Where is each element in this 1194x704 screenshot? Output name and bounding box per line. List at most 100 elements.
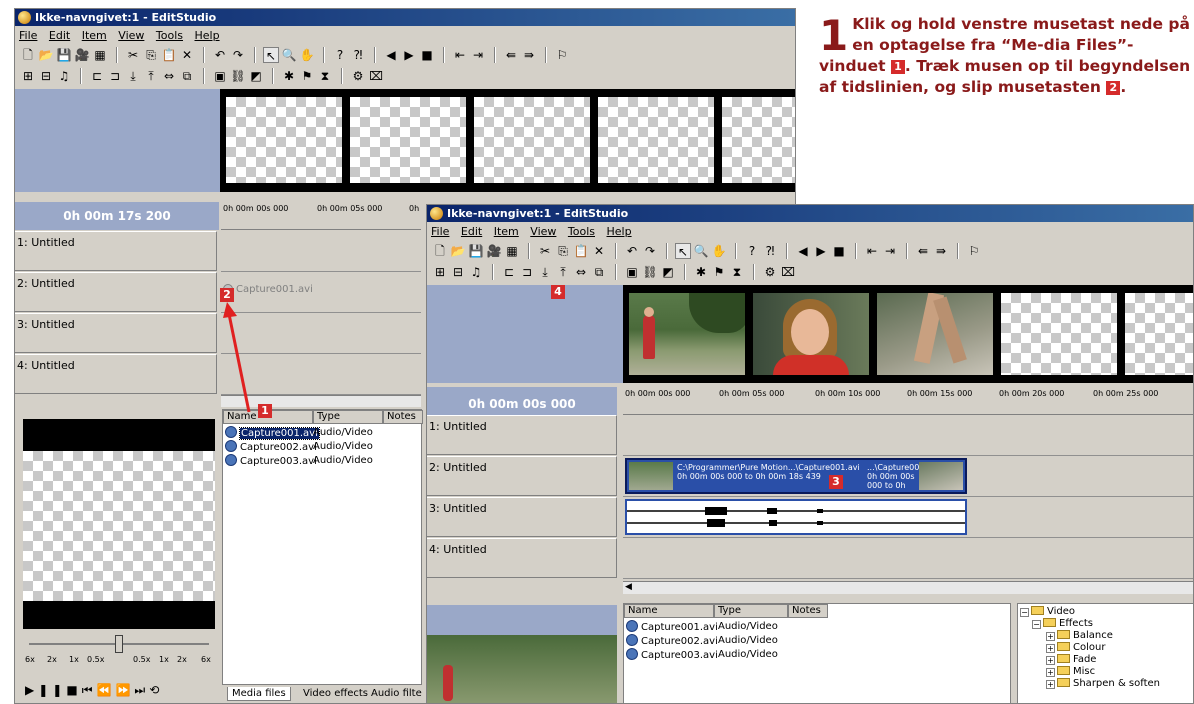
context-help-icon[interactable]: ⁈ (350, 47, 366, 63)
delete-icon[interactable]: ✕ (591, 243, 607, 259)
loop-icon[interactable]: ⟲ (149, 683, 163, 697)
mark-out-icon[interactable]: ⇥ (882, 243, 898, 259)
trim-start-icon[interactable]: ⇚ (503, 47, 519, 63)
mark-in-icon[interactable]: ⇤ (864, 243, 880, 259)
stop-icon[interactable]: ■ (831, 243, 847, 259)
collapse-icon[interactable]: − (1032, 620, 1041, 629)
media-file-row[interactable]: Capture001.avi Audio/Video (225, 426, 373, 440)
tree-item-effects[interactable]: − Effects (1032, 618, 1093, 630)
track-label-4[interactable]: 4: Untitled (427, 538, 617, 578)
track-lane-1[interactable] (623, 415, 1193, 456)
storyboard-frame[interactable] (596, 95, 716, 185)
tree-item-misc[interactable]: + Misc (1046, 666, 1095, 678)
skip-start-icon[interactable]: ⏮ (82, 683, 97, 697)
expand-icon[interactable]: + (1046, 668, 1055, 677)
tab-video-effects[interactable]: Video effects (299, 687, 372, 701)
trim-end-icon[interactable]: ⇛ (521, 47, 537, 63)
expand-icon[interactable]: + (1046, 680, 1055, 689)
storyboard-frame[interactable] (999, 291, 1119, 377)
play-icon[interactable]: ▶ (813, 243, 829, 259)
column-header-notes[interactable]: Notes (383, 410, 423, 424)
menu-item[interactable]: Item (494, 225, 519, 238)
tab-audio-filters[interactable]: Audio filte (367, 687, 426, 701)
link-icon[interactable]: ⛓ (642, 264, 658, 280)
back-timeline-ruler[interactable]: 0h 00m 00s 000 0h 00m 05s 000 0h (221, 202, 421, 230)
cut-icon[interactable]: ✂ (125, 47, 141, 63)
menu-tools[interactable]: Tools (568, 225, 595, 238)
storyboard-frame-legs[interactable] (875, 291, 995, 377)
front-timeline-ruler[interactable]: 0h 00m 00s 000 0h 00m 05s 000 0h 00m 10s… (623, 387, 1193, 415)
capture-icon[interactable]: 🎥 (486, 243, 502, 259)
overwrite-icon[interactable]: ⤒ (555, 264, 571, 280)
undo-icon[interactable]: ↶ (624, 243, 640, 259)
help-icon[interactable]: ? (744, 243, 760, 259)
menu-help[interactable]: Help (195, 29, 220, 42)
split-icon[interactable]: ⊞ (432, 264, 448, 280)
menu-view[interactable]: View (530, 225, 556, 238)
menu-tools[interactable]: Tools (156, 29, 183, 42)
render-icon[interactable]: ⚙ (762, 264, 778, 280)
delete-icon[interactable]: ✕ (179, 47, 195, 63)
new-icon[interactable]: 🗋 (432, 243, 448, 259)
menu-edit[interactable]: Edit (49, 29, 70, 42)
align-left-icon[interactable]: ⊏ (501, 264, 517, 280)
snap-icon[interactable]: ▣ (624, 264, 640, 280)
open-icon[interactable]: 📂 (450, 243, 466, 259)
storyboard-frame[interactable] (224, 95, 344, 185)
rewind-icon[interactable]: ◀ (795, 243, 811, 259)
track-label-1[interactable]: 1: Untitled (427, 415, 617, 455)
scroll-left-icon[interactable]: ◀ (625, 582, 632, 592)
help-icon[interactable]: ? (332, 47, 348, 63)
redo-icon[interactable]: ↷ (230, 47, 246, 63)
track-label-3[interactable]: 3: Untitled (427, 497, 617, 537)
track-lane-3[interactable] (623, 497, 1193, 538)
zoom-icon[interactable]: 🔍 (693, 243, 709, 259)
marker-icon[interactable]: ⚐ (966, 243, 982, 259)
menu-view[interactable]: View (118, 29, 144, 42)
menu-edit[interactable]: Edit (461, 225, 482, 238)
mark-in-icon[interactable]: ⇤ (452, 47, 468, 63)
group-icon[interactable]: ⧉ (179, 68, 195, 84)
insert-icon[interactable]: ⤓ (537, 264, 553, 280)
overwrite-icon[interactable]: ⤒ (143, 68, 159, 84)
hand-icon[interactable]: ✋ (299, 47, 315, 63)
insert-icon[interactable]: ⤓ (125, 68, 141, 84)
timeline-video-clip[interactable]: C:\Programmer\Pure Motion...\Capture001.… (625, 458, 967, 494)
speed-slider[interactable]: 6x 2x 1x 0.5x 0.5x 1x 2x 6x (25, 629, 213, 669)
track-lane-2[interactable]: C:\Programmer\Pure Motion...\Capture001.… (623, 456, 1193, 497)
fast-forward-icon[interactable]: ⏩ (115, 683, 134, 697)
media-file-row[interactable]: Capture003.avi Audio/Video (626, 648, 778, 662)
filter-icon[interactable]: ⚑ (299, 68, 315, 84)
tree-item-colour[interactable]: + Colour (1046, 642, 1105, 654)
tree-item-sharpen-soften[interactable]: + Sharpen & soften (1046, 678, 1160, 690)
trim-start-icon[interactable]: ⇚ (915, 243, 931, 259)
storyboard-frame-portrait[interactable] (751, 291, 871, 377)
save-icon[interactable]: 💾 (56, 47, 72, 63)
pointer-icon[interactable]: ↖ (675, 243, 691, 259)
expand-icon[interactable]: + (1046, 656, 1055, 665)
audio-icon[interactable]: ♫ (56, 68, 72, 84)
lock-icon[interactable]: ◩ (660, 264, 676, 280)
stop-icon[interactable]: ■ (66, 683, 81, 697)
align-right-icon[interactable]: ⊐ (107, 68, 123, 84)
column-header-type[interactable]: Type (714, 604, 788, 618)
paste-icon[interactable]: 📋 (161, 47, 177, 63)
link-icon[interactable]: ⛓ (230, 68, 246, 84)
capture-icon[interactable]: 🎥 (74, 47, 90, 63)
track-label-4[interactable]: 4: Untitled (15, 354, 217, 394)
align-right-icon[interactable]: ⊐ (519, 264, 535, 280)
export-icon[interactable]: ▦ (92, 47, 108, 63)
ripple-icon[interactable]: ⇔ (573, 264, 589, 280)
marker-icon[interactable]: ⚐ (554, 47, 570, 63)
audio-icon[interactable]: ♫ (468, 264, 484, 280)
track-lane-1[interactable] (221, 231, 421, 272)
filter-icon[interactable]: ⚑ (711, 264, 727, 280)
group-icon[interactable]: ⧉ (591, 264, 607, 280)
play-icon[interactable]: ▶ (25, 683, 38, 697)
tab-media-files[interactable]: Media files (227, 687, 291, 701)
menu-help[interactable]: Help (607, 225, 632, 238)
align-left-icon[interactable]: ⊏ (89, 68, 105, 84)
zoom-icon[interactable]: 🔍 (281, 47, 297, 63)
storyboard-frame-walker[interactable] (627, 291, 747, 377)
open-icon[interactable]: 📂 (38, 47, 54, 63)
